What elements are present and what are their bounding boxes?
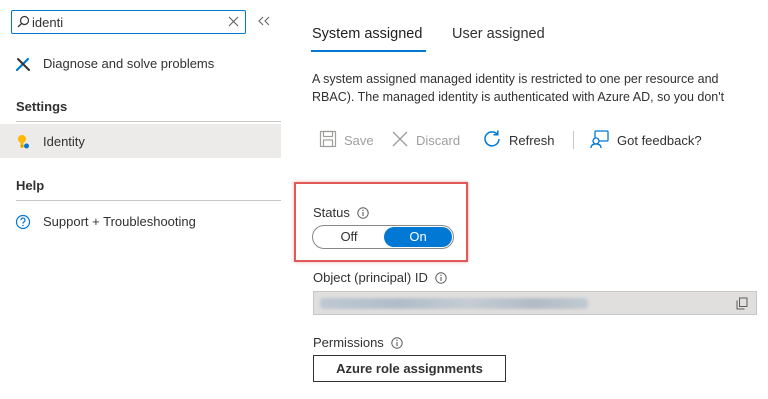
collapse-sidebar-icon[interactable] bbox=[258, 14, 270, 29]
section-heading-settings: Settings bbox=[16, 99, 68, 114]
sidebar-item-diagnose[interactable]: Diagnose and solve problems bbox=[0, 46, 281, 80]
sidebar-item-label: Support + Troubleshooting bbox=[43, 214, 196, 229]
save-icon bbox=[319, 130, 337, 151]
save-label: Save bbox=[344, 132, 374, 148]
discard-button[interactable]: Discard bbox=[391, 128, 460, 152]
refresh-label: Refresh bbox=[509, 132, 555, 148]
tab-system-assigned[interactable]: System assigned bbox=[312, 26, 422, 42]
toggle-off-option[interactable]: Off bbox=[314, 227, 384, 247]
info-icon[interactable] bbox=[435, 271, 447, 284]
description-text: A system assigned managed identity is re… bbox=[312, 70, 768, 106]
save-button[interactable]: Save bbox=[319, 128, 374, 152]
section-divider bbox=[16, 200, 281, 201]
sidebar-item-label: Identity bbox=[43, 134, 85, 149]
feedback-icon bbox=[590, 129, 610, 152]
section-divider bbox=[16, 121, 281, 122]
refresh-button[interactable]: Refresh bbox=[482, 128, 555, 152]
status-toggle[interactable]: Off On bbox=[312, 225, 454, 249]
highlight-annotation bbox=[294, 182, 468, 262]
redacted-value bbox=[320, 298, 588, 309]
wrench-icon bbox=[15, 56, 31, 72]
tab-user-assigned[interactable]: User assigned bbox=[452, 26, 545, 42]
search-icon bbox=[17, 15, 30, 31]
section-heading-help: Help bbox=[16, 178, 45, 193]
description-line: RBAC). The managed identity is authentic… bbox=[312, 90, 725, 104]
identity-key-icon bbox=[15, 134, 31, 150]
search-input[interactable] bbox=[32, 13, 222, 31]
search-box[interactable] bbox=[11, 10, 246, 34]
feedback-label: Got feedback? bbox=[617, 132, 702, 148]
permissions-label: Permissions bbox=[313, 335, 403, 350]
object-id-label: Object (principal) ID bbox=[313, 270, 447, 285]
toggle-on-option[interactable]: On bbox=[384, 227, 452, 247]
info-icon[interactable] bbox=[357, 206, 369, 219]
azure-role-assignments-button[interactable]: Azure role assignments bbox=[313, 355, 506, 382]
toolbar-divider bbox=[573, 131, 574, 149]
permissions-label-text: Permissions bbox=[313, 335, 384, 350]
object-id-field[interactable] bbox=[313, 291, 757, 315]
feedback-button[interactable]: Got feedback? bbox=[590, 128, 702, 152]
sidebar-item-identity[interactable]: Identity bbox=[0, 124, 281, 158]
info-icon[interactable] bbox=[391, 336, 403, 349]
sidebar-item-label: Diagnose and solve problems bbox=[43, 56, 215, 71]
object-id-label-text: Object (principal) ID bbox=[313, 270, 428, 285]
status-label: Status bbox=[313, 205, 369, 220]
sidebar-item-support[interactable]: Support + Troubleshooting bbox=[0, 204, 281, 238]
description-line: A system assigned managed identity is re… bbox=[312, 72, 719, 86]
copy-icon[interactable] bbox=[736, 297, 748, 313]
question-circle-icon bbox=[15, 214, 31, 230]
status-label-text: Status bbox=[313, 205, 350, 220]
discard-label: Discard bbox=[416, 132, 461, 148]
clear-search-icon[interactable] bbox=[228, 15, 239, 30]
active-tab-indicator bbox=[311, 50, 426, 52]
refresh-icon bbox=[482, 129, 502, 152]
close-icon bbox=[391, 130, 409, 151]
